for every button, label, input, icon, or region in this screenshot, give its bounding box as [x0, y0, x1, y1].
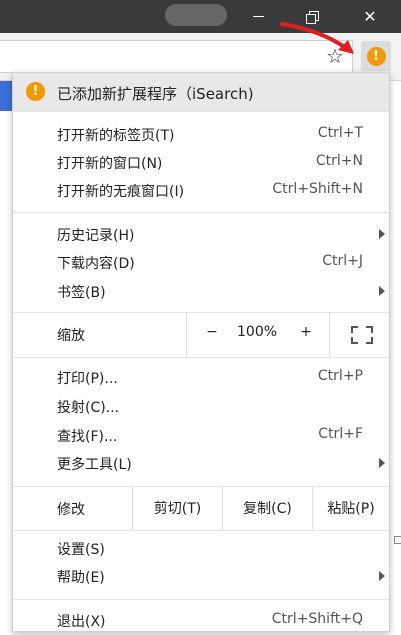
menu-item-label: 查找(F)...: [57, 429, 118, 445]
page-content-right: [390, 81, 401, 632]
menu-item-label: 历史记录(H): [57, 228, 135, 244]
alert-icon: !: [366, 46, 386, 66]
menu-item-label: 设置(S): [57, 542, 105, 558]
extension-added-banner[interactable]: ! 已添加新扩展程序（iSearch): [13, 73, 389, 111]
paste-button[interactable]: 粘贴(P): [312, 486, 389, 530]
menu-item-bookmarks[interactable]: 书签(B): [13, 278, 389, 306]
menu-item-downloads[interactable]: 下载内容(D) Ctrl+J: [13, 249, 389, 277]
menu-item-shortcut: Ctrl+F: [318, 426, 363, 442]
menu-item-history[interactable]: 历史记录(H): [13, 221, 389, 249]
submenu-arrow-icon: [379, 286, 385, 296]
menu-item-label: 书签(B): [57, 285, 106, 301]
page-content-left: [0, 81, 12, 632]
menu-item-label: 打开新的标签页(T): [57, 128, 175, 144]
menu-item-label: 帮助(E): [57, 570, 105, 586]
edit-row: 修改 剪切(T) 复制(C) 粘贴(P): [13, 486, 389, 530]
zoom-out-button[interactable]: −: [205, 324, 219, 340]
extension-alert-button[interactable]: !: [361, 41, 391, 71]
menu-item-new-incognito-window[interactable]: 打开新的无痕窗口(I) Ctrl+Shift+N: [13, 177, 389, 205]
menu-item-help[interactable]: 帮助(E): [13, 563, 389, 591]
menu-item-more-tools[interactable]: 更多工具(L): [13, 450, 389, 478]
menu-item-cast[interactable]: 投射(C)...: [13, 393, 389, 421]
menu-item-label: 退出(X): [57, 614, 106, 630]
separator: [13, 530, 389, 531]
menu-item-label: 打印(P)...: [57, 371, 118, 387]
menu-item-shortcut: Ctrl+Shift+N: [272, 181, 363, 197]
fullscreen-icon[interactable]: [351, 326, 373, 344]
menu-item-exit[interactable]: 退出(X) Ctrl+Shift+Q: [13, 607, 389, 635]
menu-item-new-tab[interactable]: 打开新的标签页(T) Ctrl+T: [13, 121, 389, 149]
edit-label: 修改: [57, 502, 85, 518]
close-icon: ✕: [363, 7, 377, 26]
menu-item-shortcut: Ctrl+T: [317, 125, 363, 141]
menu-item-label: 打开新的窗口(N): [57, 156, 163, 172]
zoom-in-button[interactable]: +: [299, 324, 313, 340]
zoom-level: 100%: [237, 324, 278, 340]
zoom-label: 缩放: [57, 328, 85, 344]
banner-text: 已添加新扩展程序（iSearch): [57, 85, 254, 103]
minimize-button[interactable]: [235, 0, 281, 33]
menu-item-shortcut: Ctrl+N: [315, 153, 363, 169]
menu-item-find[interactable]: 查找(F)... Ctrl+F: [13, 422, 389, 450]
menu-item-new-window[interactable]: 打开新的窗口(N) Ctrl+N: [13, 149, 389, 177]
separator: [13, 212, 389, 213]
chrome-main-menu: ! 已添加新扩展程序（iSearch) 打开新的标签页(T) Ctrl+T 打开…: [12, 72, 390, 632]
menu-item-settings[interactable]: 设置(S): [13, 535, 389, 563]
menu-item-label: 打开新的无痕窗口(I): [57, 184, 185, 200]
menu-item-shortcut: Ctrl+J: [322, 253, 363, 269]
menu-item-print[interactable]: 打印(P)... Ctrl+P: [13, 364, 389, 392]
submenu-arrow-icon: [379, 229, 385, 239]
menu-item-label: 下载内容(D): [57, 256, 135, 272]
menu-item-shortcut: Ctrl+Shift+Q: [271, 611, 363, 627]
minimize-icon: [252, 16, 264, 17]
profile-avatar[interactable]: [165, 4, 227, 26]
separator: [13, 111, 389, 112]
red-arrow-annotation: [280, 22, 354, 54]
zoom-row: 缩放 − 100% +: [13, 312, 389, 357]
submenu-arrow-icon: [379, 571, 385, 581]
resize-handle[interactable]: [394, 536, 401, 544]
copy-button[interactable]: 复制(C): [222, 486, 312, 530]
menu-item-shortcut: Ctrl+P: [317, 368, 363, 384]
cut-button[interactable]: 剪切(T): [132, 486, 222, 530]
menu-item-label: 投射(C)...: [57, 400, 120, 416]
menu-item-label: 更多工具(L): [57, 457, 132, 473]
separator: [13, 357, 389, 358]
alert-icon: !: [26, 82, 45, 101]
zoom-controls: − 100% +: [186, 312, 330, 357]
submenu-arrow-icon: [379, 458, 385, 468]
page-blue-strip: [0, 81, 12, 111]
separator: [13, 599, 389, 600]
